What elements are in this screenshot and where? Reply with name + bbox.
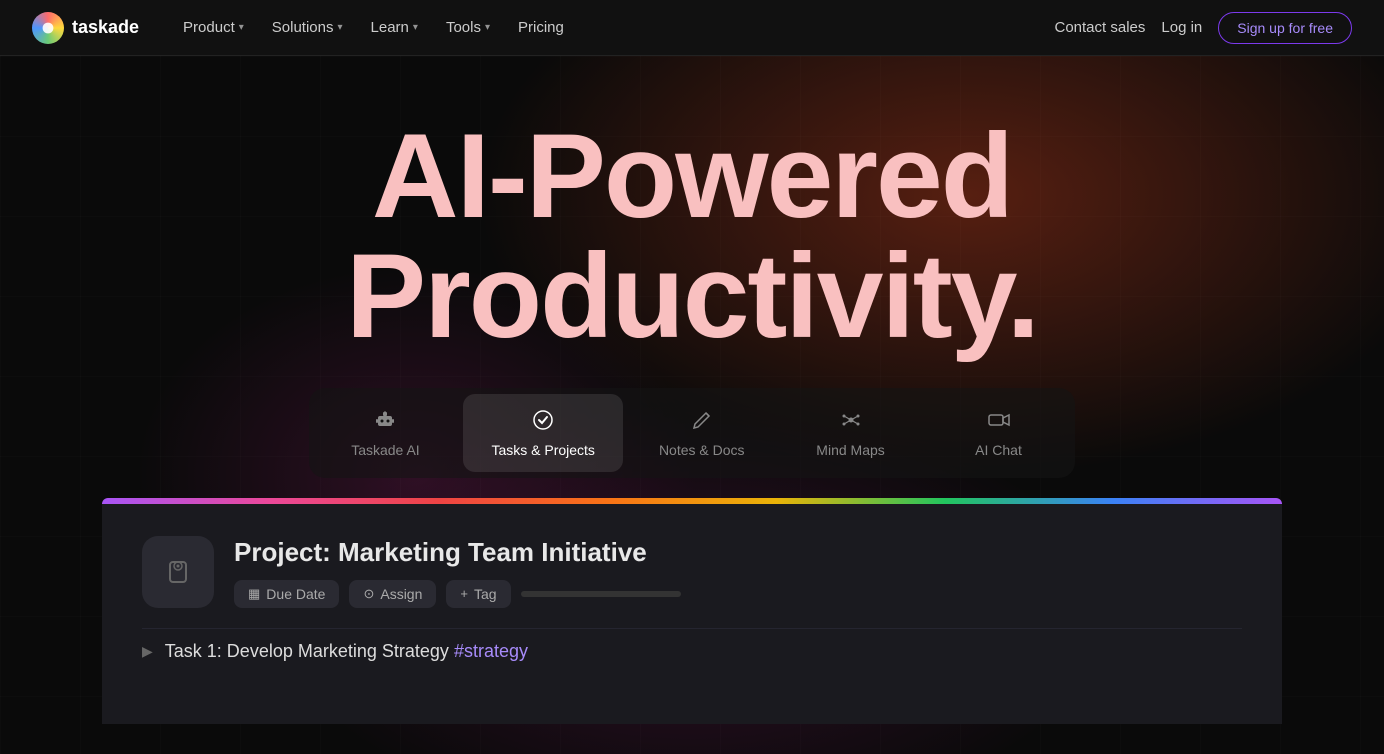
nav-product[interactable]: Product ▾ <box>171 13 256 42</box>
task-row: ▶ Task 1: Develop Marketing Strategy #st… <box>142 628 1242 674</box>
arrow-icon: ▶ <box>142 643 153 660</box>
chevron-down-icon: ▾ <box>413 22 418 33</box>
tag-tag[interactable]: + Tag <box>446 580 510 608</box>
nav-solutions[interactable]: Solutions ▾ <box>260 13 355 42</box>
task-hashtag: #strategy <box>454 641 528 661</box>
checkmark-icon <box>531 408 555 436</box>
robot-icon <box>373 408 397 436</box>
nav-links: Product ▾ Solutions ▾ Learn ▾ Tools ▾ Pr… <box>171 13 1054 42</box>
project-header: Project: Marketing Team Initiative ▦ Due… <box>142 536 1242 608</box>
project-info: Project: Marketing Team Initiative ▦ Due… <box>234 537 1242 608</box>
task-text: Task 1: Develop Marketing Strategy #stra… <box>165 641 528 662</box>
nav-learn[interactable]: Learn ▾ <box>359 13 430 42</box>
logo-icon <box>32 12 64 44</box>
project-title: Project: Marketing Team Initiative <box>234 537 1242 568</box>
login-link[interactable]: Log in <box>1161 19 1202 36</box>
tab-mind-maps[interactable]: Mind Maps <box>781 394 921 472</box>
navbar: taskade Product ▾ Solutions ▾ Learn ▾ To… <box>0 0 1384 56</box>
app-preview-inner: Project: Marketing Team Initiative ▦ Due… <box>102 504 1282 724</box>
contact-sales-link[interactable]: Contact sales <box>1055 19 1146 36</box>
hero-section: AI-Powered Productivity. Taskade <box>0 56 1384 754</box>
feature-tabs: Taskade AI Tasks & Projects <box>309 388 1074 478</box>
mind-map-icon <box>839 408 863 436</box>
nav-right: Contact sales Log in Sign up for free <box>1055 12 1353 44</box>
calendar-icon: ▦ <box>248 586 260 602</box>
tab-ai-chat[interactable]: AI Chat <box>929 394 1069 472</box>
hero-title: AI-Powered Productivity. <box>346 116 1038 356</box>
project-meta: ▦ Due Date ⊙ Assign + Tag <box>234 580 1242 608</box>
person-icon: ⊙ <box>363 586 374 602</box>
assign-tag[interactable]: ⊙ Assign <box>349 580 436 608</box>
meta-divider <box>521 591 681 597</box>
tab-tasks-projects[interactable]: Tasks & Projects <box>463 394 622 472</box>
tab-notes-docs[interactable]: Notes & Docs <box>631 394 773 472</box>
nav-tools[interactable]: Tools ▾ <box>434 13 502 42</box>
signup-button[interactable]: Sign up for free <box>1218 12 1352 44</box>
logo[interactable]: taskade <box>32 12 139 44</box>
hero-content: AI-Powered Productivity. Taskade <box>0 56 1384 724</box>
project-icon <box>142 536 214 608</box>
video-icon <box>987 408 1011 436</box>
chevron-down-icon: ▾ <box>338 22 343 33</box>
tab-taskade-ai[interactable]: Taskade AI <box>315 394 455 472</box>
plus-icon: + <box>460 586 468 601</box>
pencil-icon <box>690 408 714 436</box>
app-preview: Project: Marketing Team Initiative ▦ Due… <box>102 498 1282 724</box>
nav-pricing[interactable]: Pricing <box>506 13 576 42</box>
chevron-down-icon: ▾ <box>485 22 490 33</box>
due-date-tag[interactable]: ▦ Due Date <box>234 580 339 608</box>
chevron-down-icon: ▾ <box>239 22 244 33</box>
logo-text: taskade <box>72 17 139 38</box>
